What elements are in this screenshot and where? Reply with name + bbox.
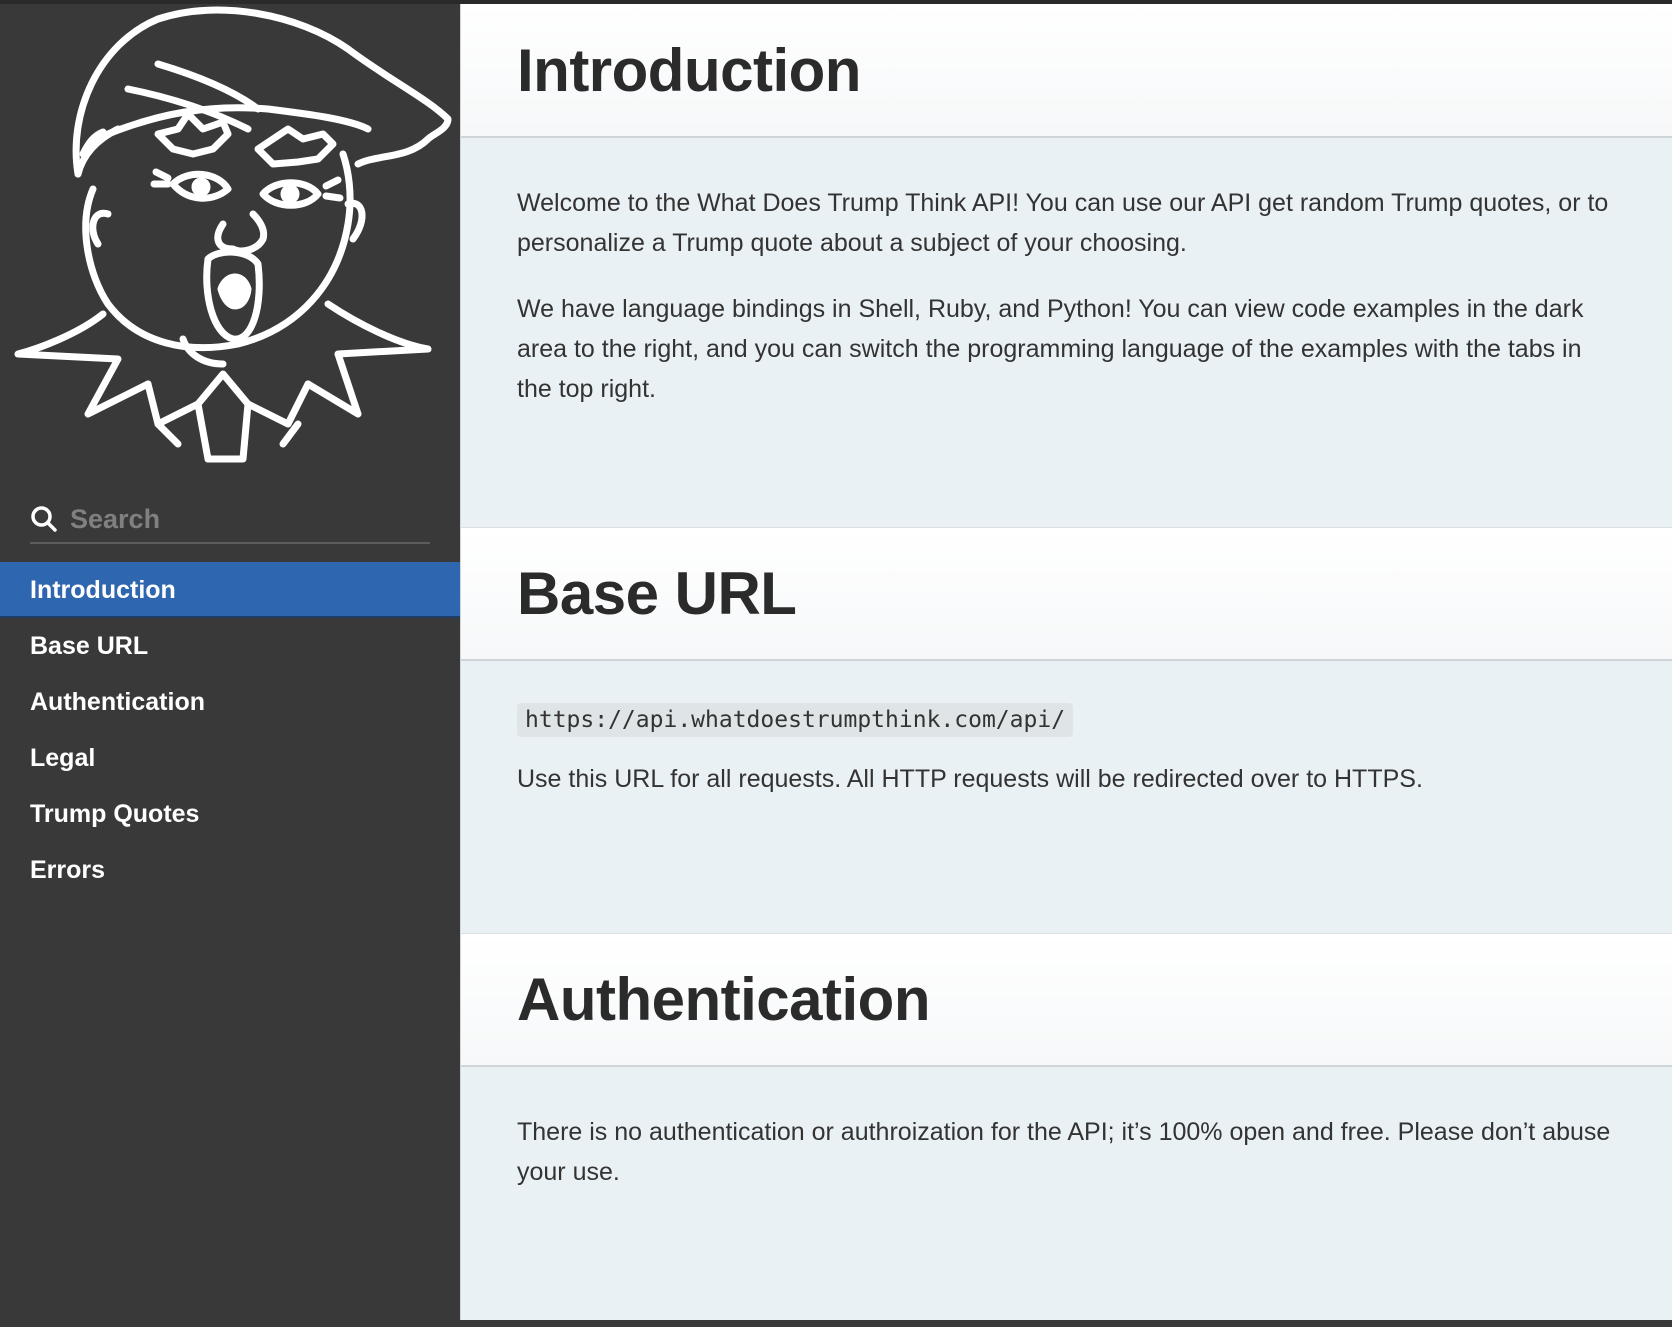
sidebar: Introduction Base URL Authentication Leg…	[0, 4, 460, 1320]
toc-item-trump-quotes[interactable]: Trump Quotes	[0, 786, 460, 842]
table-of-contents: Introduction Base URL Authentication Leg…	[0, 562, 460, 898]
section-header-base-url: Base URL	[461, 527, 1672, 661]
toc-item-introduction[interactable]: Introduction	[0, 562, 460, 618]
section-body-introduction: Welcome to the What Does Trump Think API…	[461, 138, 1672, 527]
search-box[interactable]	[30, 496, 430, 544]
section-body-authentication: There is no authentication or authroizat…	[461, 1067, 1672, 1327]
trump-caricature-logo-icon	[8, 4, 452, 474]
toc-item-errors[interactable]: Errors	[0, 842, 460, 898]
toc-item-base-url[interactable]: Base URL	[0, 618, 460, 674]
section-title-introduction: Introduction	[517, 36, 861, 104]
section-header-introduction: Introduction	[461, 4, 1672, 138]
search-icon	[31, 506, 57, 532]
section-title-authentication: Authentication	[517, 966, 930, 1033]
search-input[interactable]	[70, 503, 410, 535]
base-url-code: https://api.whatdoestrumpthink.com/api/	[517, 703, 1074, 737]
authentication-text: There is no authentication or authroizat…	[517, 1118, 1611, 1186]
intro-paragraph: We have language bindings in Shell, Ruby…	[517, 295, 1584, 403]
main-content: Introduction Welcome to the What Does Tr…	[460, 4, 1672, 1320]
base-url-note: Use this URL for all requests. All HTTP …	[517, 765, 1423, 793]
section-header-authentication: Authentication	[461, 933, 1672, 1067]
section-title-base-url: Base URL	[517, 560, 797, 627]
intro-paragraph: Welcome to the What Does Trump Think API…	[517, 189, 1609, 257]
toc-item-authentication[interactable]: Authentication	[0, 674, 460, 730]
section-body-base-url: https://api.whatdoestrumpthink.com/api/ …	[461, 661, 1672, 933]
toc-item-legal[interactable]: Legal	[0, 730, 460, 786]
